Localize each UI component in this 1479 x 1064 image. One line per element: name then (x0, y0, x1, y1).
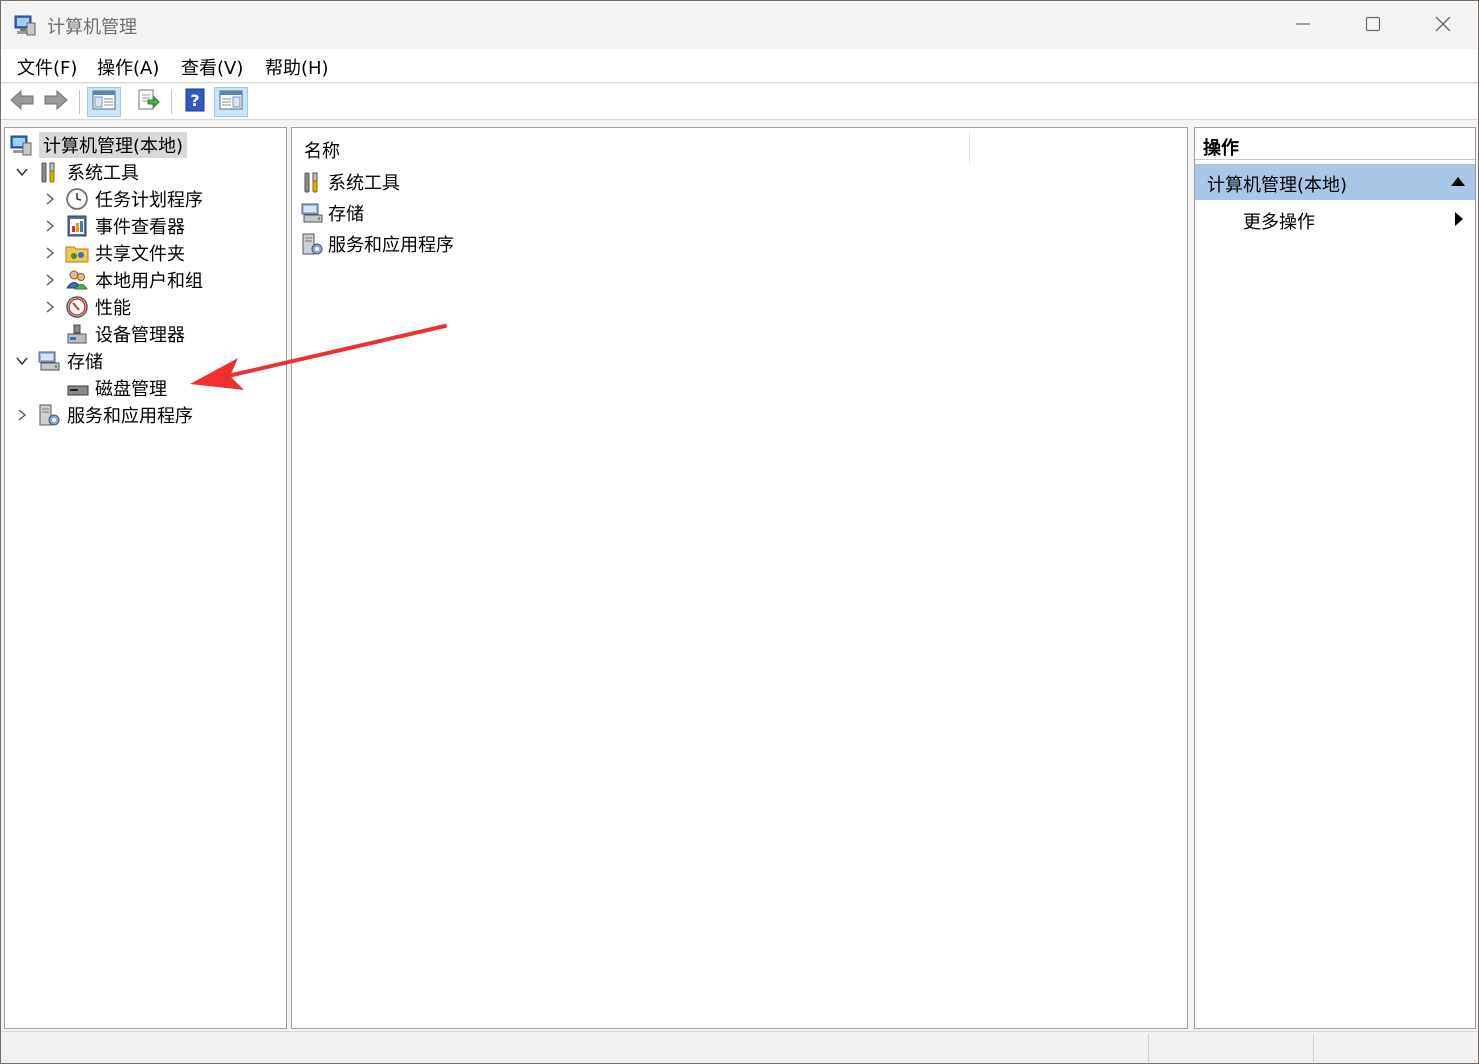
list-item-system-tools[interactable]: 系统工具 (300, 168, 400, 196)
chevron-right-icon[interactable] (43, 273, 57, 287)
menu-action[interactable]: 操作(A) (97, 54, 159, 80)
actions-section-computer-management[interactable]: 计算机管理(本地) (1195, 164, 1475, 200)
chevron-right-icon[interactable] (15, 408, 29, 422)
tree-item-disk-management[interactable]: 磁盘管理 (65, 375, 167, 401)
event-viewer-icon (65, 214, 89, 238)
chevron-down-icon[interactable] (15, 354, 29, 368)
tree-item-label: 本地用户和组 (95, 271, 203, 292)
tree-item-computer-management-local[interactable]: 计算机管理(本地) (9, 132, 188, 158)
close-icon (1435, 13, 1451, 38)
toolbar-separator (171, 90, 172, 114)
column-header-name[interactable]: 名称 (304, 137, 340, 163)
help-icon: ? (184, 88, 206, 117)
help-button[interactable]: ? (180, 87, 210, 117)
storage-icon (300, 201, 324, 225)
computer-management-icon (9, 133, 33, 157)
services-icon (37, 403, 61, 427)
menu-bar: 文件(F) 操作(A) 查看(V) 帮助(H) (1, 49, 1478, 83)
users-icon (65, 268, 89, 292)
tree-item-label: 系统工具 (67, 163, 139, 184)
maximize-button[interactable] (1338, 1, 1408, 49)
tree-item-event-viewer[interactable]: 事件查看器 (43, 213, 185, 239)
shared-folder-icon (65, 241, 89, 265)
tools-icon (37, 160, 61, 184)
tree-item-label: 设备管理器 (95, 325, 185, 346)
maximize-icon (1365, 13, 1381, 38)
tree-item-device-manager[interactable]: 设备管理器 (65, 321, 185, 347)
tree-item-label: 计算机管理(本地) (39, 132, 188, 158)
device-manager-icon (65, 322, 89, 346)
more-actions-label: 更多操作 (1243, 212, 1315, 233)
show-hide-tree-icon (92, 89, 116, 116)
actions-title: 操作 (1203, 138, 1239, 159)
show-hide-action-pane-icon (219, 89, 243, 116)
tree-item-label: 事件查看器 (95, 217, 185, 238)
more-actions-item[interactable]: 更多操作 (1195, 204, 1475, 234)
services-icon (300, 232, 324, 256)
tree-item-label: 服务和应用程序 (67, 406, 193, 427)
tools-icon (300, 170, 324, 194)
forward-icon (43, 89, 69, 116)
back-button[interactable] (7, 87, 37, 117)
close-button[interactable] (1408, 1, 1478, 49)
list-item-storage[interactable]: 存储 (300, 199, 364, 227)
computer-management-icon (13, 13, 37, 37)
list-header: 名称 (292, 128, 1187, 168)
result-list-pane: 名称 系统工具 存储 服务和应用程序 (291, 127, 1188, 1029)
back-icon (9, 89, 35, 116)
storage-icon (37, 349, 61, 373)
tree-item-shared-folders[interactable]: 共享文件夹 (43, 240, 185, 266)
chevron-right-icon[interactable] (43, 219, 57, 233)
tree-item-label: 磁盘管理 (95, 379, 167, 400)
status-bar (1, 1031, 1478, 1063)
list-item-services-applications[interactable]: 服务和应用程序 (300, 230, 454, 258)
minimize-icon (1295, 13, 1311, 38)
submenu-arrow-icon (1455, 212, 1463, 226)
minimize-button[interactable] (1268, 1, 1338, 49)
svg-text:?: ? (190, 91, 199, 110)
performance-icon (65, 295, 89, 319)
tree-item-services-applications[interactable]: 服务和应用程序 (15, 402, 193, 428)
computer-management-window: 计算机管理 文件(F) 操作(A) 查看(V) 帮助(H) ? 计算机管理(本地… (0, 0, 1479, 1064)
show-hide-action-pane-button[interactable] (214, 87, 248, 117)
show-hide-console-tree-button[interactable] (87, 87, 121, 117)
list-item-label: 系统工具 (328, 173, 400, 194)
tree-item-label: 存储 (67, 352, 103, 373)
console-tree-pane: 计算机管理(本地) 系统工具 任务计划程序 事件查看器 共享文件夹 本地用户和组… (4, 127, 287, 1029)
tree-item-performance[interactable]: 性能 (43, 294, 131, 320)
toolbar-separator (79, 90, 80, 114)
column-divider[interactable] (969, 132, 970, 164)
tree-item-label: 性能 (95, 298, 131, 319)
disk-drive-icon (65, 376, 89, 400)
list-item-label: 服务和应用程序 (328, 235, 454, 256)
title-bar: 计算机管理 (1, 1, 1478, 49)
tree-item-label: 共享文件夹 (95, 244, 185, 265)
status-separator (1313, 1034, 1314, 1062)
export-list-icon (136, 88, 160, 117)
actions-header: 操作 (1195, 128, 1475, 160)
actions-pane: 操作 计算机管理(本地) 更多操作 (1194, 127, 1476, 1029)
clock-icon (65, 187, 89, 211)
tree-item-label: 任务计划程序 (95, 190, 203, 211)
actions-section-label: 计算机管理(本地) (1207, 175, 1348, 196)
menu-help[interactable]: 帮助(H) (265, 54, 329, 80)
tree-item-system-tools[interactable]: 系统工具 (15, 159, 139, 185)
list-item-label: 存储 (328, 204, 364, 225)
tree-item-storage[interactable]: 存储 (15, 348, 103, 374)
chevron-down-icon[interactable] (15, 165, 29, 179)
export-list-button[interactable] (133, 87, 163, 117)
forward-button[interactable] (41, 87, 71, 117)
chevron-right-icon[interactable] (43, 246, 57, 260)
chevron-right-icon[interactable] (43, 300, 57, 314)
tree-item-local-users-groups[interactable]: 本地用户和组 (43, 267, 203, 293)
tree-item-task-scheduler[interactable]: 任务计划程序 (43, 186, 203, 212)
window-title: 计算机管理 (47, 17, 137, 38)
toolbar: ? (1, 84, 1478, 120)
chevron-right-icon[interactable] (43, 192, 57, 206)
menu-view[interactable]: 查看(V) (181, 54, 243, 80)
collapse-up-icon[interactable] (1451, 177, 1465, 186)
status-separator (1148, 1034, 1149, 1062)
menu-file[interactable]: 文件(F) (17, 54, 77, 80)
